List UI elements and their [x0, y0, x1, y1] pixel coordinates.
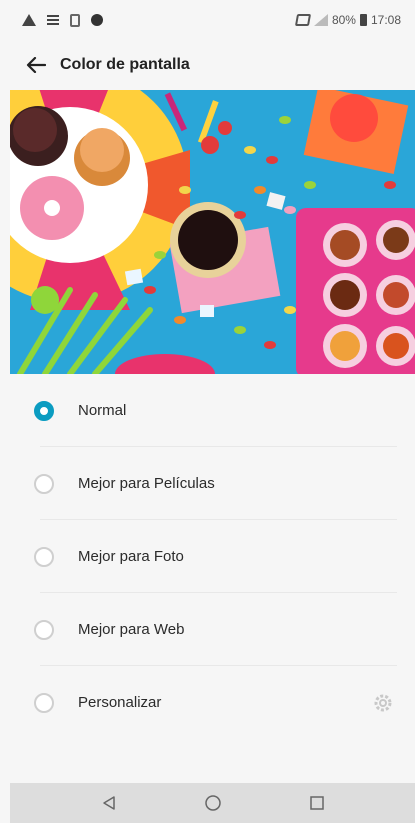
clock: 17:08	[370, 13, 401, 27]
status-right-info: 80% 17:08	[294, 13, 401, 27]
status-bar: 80% 17:08	[0, 0, 415, 40]
preview-image	[10, 90, 415, 374]
option-movies[interactable]: Mejor para Películas	[0, 447, 415, 520]
option-label: Mejor para Foto	[78, 548, 184, 565]
arrow-left-icon	[26, 57, 46, 73]
option-web[interactable]: Mejor para Web	[0, 593, 415, 666]
radio-button[interactable]	[34, 619, 54, 640]
square-recents-icon	[309, 796, 324, 810]
option-label: Personalizar	[78, 694, 162, 711]
nav-back-button[interactable]	[97, 791, 121, 815]
navigation-bar	[10, 783, 415, 823]
display-color-options: Normal Mejor para Películas Mejor para F…	[0, 374, 415, 739]
radio-button-selected[interactable]	[34, 400, 54, 421]
option-label: Mejor para Web	[78, 621, 185, 638]
option-custom[interactable]: Personalizar	[0, 666, 415, 739]
nav-recents-button[interactable]	[305, 791, 329, 815]
signal-icon	[313, 14, 328, 26]
nfc-icon	[294, 14, 311, 26]
radio-button[interactable]	[34, 473, 54, 494]
battery-icon	[359, 14, 367, 26]
page-title: Color de pantalla	[60, 56, 190, 73]
circle-home-icon	[204, 795, 221, 811]
record-dot-icon	[91, 14, 103, 26]
radio-button[interactable]	[34, 546, 54, 567]
status-left-icons	[22, 13, 103, 27]
triangle-back-icon	[102, 796, 115, 810]
back-button[interactable]	[24, 53, 48, 77]
party-table-illustration	[10, 90, 415, 374]
app-header: Color de pantalla	[0, 40, 415, 90]
gear-icon	[374, 694, 392, 711]
option-normal[interactable]: Normal	[0, 374, 415, 447]
notification-list-icon	[47, 15, 59, 25]
option-label: Mejor para Películas	[78, 475, 215, 492]
option-label: Normal	[78, 402, 127, 419]
screen: 80% 17:08 Color de pantalla Normal Mejor…	[0, 0, 415, 823]
custom-settings-button[interactable]	[371, 691, 395, 715]
radio-button[interactable]	[34, 692, 54, 713]
nav-home-button[interactable]	[201, 791, 225, 815]
battery-percent: 80%	[331, 13, 356, 27]
warning-icon	[22, 14, 36, 26]
sim-card-icon	[70, 13, 80, 27]
option-photo[interactable]: Mejor para Foto	[0, 520, 415, 593]
